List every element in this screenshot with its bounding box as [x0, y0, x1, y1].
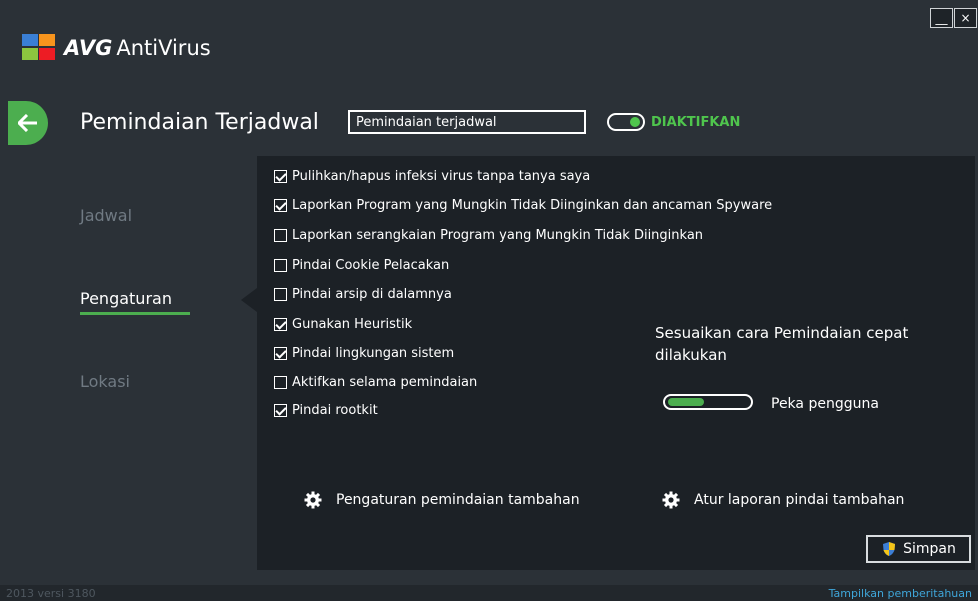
nav-item-lokasi[interactable]: Lokasi: [80, 372, 130, 391]
checkbox[interactable]: [274, 170, 287, 183]
scan-name-input[interactable]: [348, 110, 586, 134]
title-bar: AVG AntiVirus __ ×: [0, 0, 978, 90]
option-label: Pulihkan/hapus infeksi virus tanpa tanya…: [292, 169, 591, 184]
option-row[interactable]: Aktifkan selama pemindaian: [274, 375, 477, 390]
option-row[interactable]: Gunakan Heuristik: [274, 317, 412, 332]
checkbox[interactable]: [274, 318, 287, 331]
app-product: AntiVirus: [116, 36, 211, 60]
app-name: AVG AntiVirus: [64, 36, 211, 60]
option-row[interactable]: Pindai rootkit: [274, 403, 378, 418]
slider-fill: [668, 398, 704, 406]
report-settings-label: Atur laporan pindai tambahan: [694, 492, 905, 508]
nav-item-jadwal[interactable]: Jadwal: [80, 206, 132, 225]
checkbox[interactable]: [274, 347, 287, 360]
minimize-button[interactable]: __: [930, 8, 953, 28]
option-row[interactable]: Pindai lingkungan sistem: [274, 346, 454, 361]
show-notifications-link[interactable]: Tampilkan pemberitahuan: [829, 587, 972, 600]
arrow-left-icon: [18, 114, 37, 132]
nav-active-underline: [80, 312, 190, 315]
save-button[interactable]: Simpan: [866, 535, 971, 563]
option-row[interactable]: Laporkan serangkaian Program yang Mungki…: [274, 228, 703, 243]
option-label: Aktifkan selama pemindaian: [292, 375, 478, 390]
app-brand: AVG: [64, 36, 113, 60]
save-label: Simpan: [903, 541, 956, 557]
option-label: Gunakan Heuristik: [292, 317, 413, 332]
option-row[interactable]: Laporkan Program yang Mungkin Tidak Diin…: [274, 198, 772, 213]
back-button[interactable]: [8, 101, 48, 145]
avg-logo-icon: [22, 34, 58, 62]
enabled-status-label: DIAKTIFKAN: [651, 115, 741, 130]
option-row[interactable]: Pulihkan/hapus infeksi virus tanpa tanya…: [274, 169, 590, 184]
app-logo: AVG AntiVirus: [22, 34, 211, 62]
quick-scan-title: Sesuaikan cara Pemindaian cepat dilakuka…: [655, 324, 909, 364]
sensitivity-slider[interactable]: [663, 394, 753, 410]
option-label: Laporkan Program yang Mungkin Tidak Diin…: [292, 198, 773, 213]
checkbox[interactable]: [274, 288, 287, 301]
checkbox[interactable]: [274, 376, 287, 389]
sensitivity-label: Peka pengguna: [771, 396, 879, 412]
checkbox[interactable]: [274, 259, 287, 272]
gear-icon: [662, 491, 680, 509]
option-row[interactable]: Pindai arsip di dalamnya: [274, 287, 452, 302]
option-label: Pindai rootkit: [292, 403, 378, 418]
toggle-knob: [630, 117, 640, 127]
option-label: Pindai lingkungan sistem: [292, 346, 455, 361]
option-label: Pindai Cookie Pelacakan: [292, 258, 450, 273]
gear-icon: [304, 491, 322, 509]
option-row[interactable]: Pindai Cookie Pelacakan: [274, 258, 449, 273]
nav-item-pengaturan[interactable]: Pengaturan: [80, 289, 172, 308]
checkbox[interactable]: [274, 229, 287, 242]
page-title: Pemindaian Terjadwal: [80, 110, 319, 135]
enabled-toggle[interactable]: [607, 113, 645, 131]
scan-settings-label: Pengaturan pemindaian tambahan: [336, 492, 580, 508]
footer-bar: 2013 versi 3180 Tampilkan pemberitahuan: [0, 585, 978, 601]
checkbox[interactable]: [274, 199, 287, 212]
close-button[interactable]: ×: [954, 8, 977, 28]
option-label: Laporkan serangkaian Program yang Mungki…: [292, 228, 704, 243]
report-settings-link[interactable]: Atur laporan pindai tambahan: [662, 491, 904, 509]
scan-settings-link[interactable]: Pengaturan pemindaian tambahan: [304, 491, 580, 509]
checkbox[interactable]: [274, 404, 287, 417]
option-label: Pindai arsip di dalamnya: [292, 287, 452, 302]
shield-icon: [883, 542, 896, 556]
nav-pointer: [241, 288, 257, 312]
version-text: 2013 versi 3180: [6, 587, 96, 600]
